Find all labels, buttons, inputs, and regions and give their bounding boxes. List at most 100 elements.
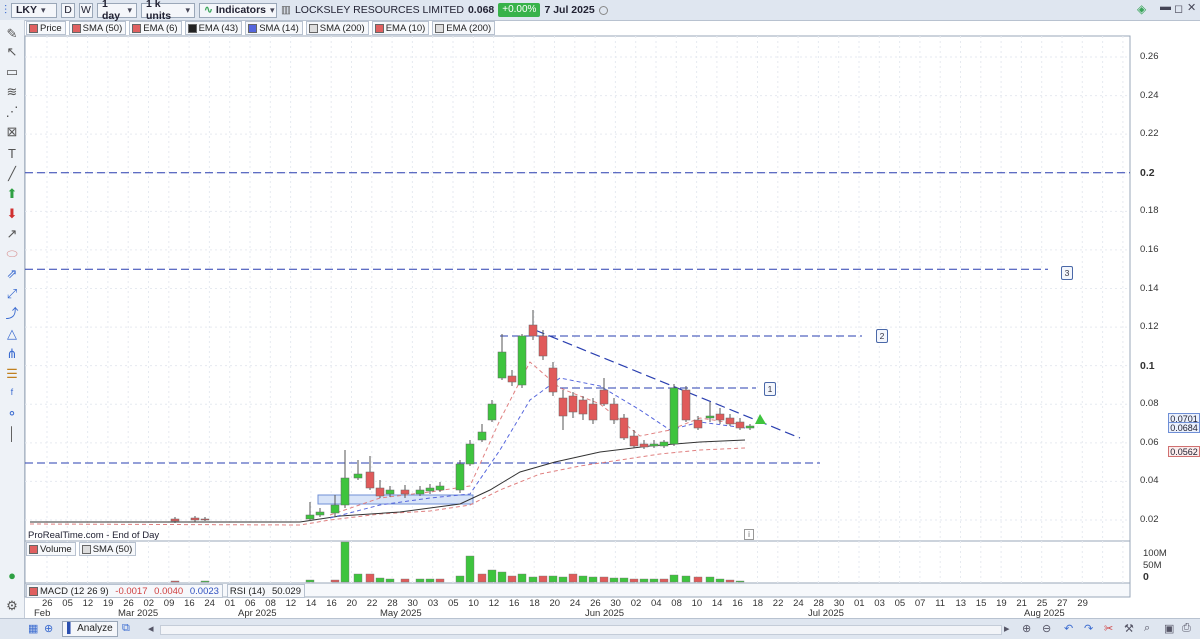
wrench-icon[interactable]: ⚒ — [1124, 622, 1134, 635]
volume-legend-item[interactable]: Volume — [26, 542, 76, 556]
ruler-icon[interactable]: ▭ — [4, 64, 20, 80]
candle-body — [415, 489, 425, 495]
zoom-in-icon[interactable]: ⊕ — [1022, 622, 1031, 635]
level-marker[interactable]: 3 — [1061, 266, 1073, 280]
legend-item[interactable]: EMA (6) — [129, 21, 182, 35]
chart-type-icon[interactable]: ⫶ — [4, 3, 7, 18]
analyze-button[interactable]: ▌ Analyze — [62, 621, 118, 637]
camera-icon[interactable]: ▣ — [1164, 622, 1174, 635]
period-selector[interactable]: 1 day ▾ — [97, 0, 138, 22]
undo-icon[interactable]: ↶ — [1064, 622, 1073, 635]
units-selector[interactable]: 1 k units ▾ — [141, 0, 196, 22]
swatch-icon — [29, 23, 38, 33]
price-axis-label: 0.18 — [1140, 205, 1159, 217]
vertical-line-icon[interactable]: │ — [4, 426, 20, 442]
redo-icon[interactable]: ↷ — [1084, 622, 1093, 635]
candle-body — [578, 399, 588, 415]
horizontal-scrollbar[interactable] — [160, 625, 1002, 635]
zoom-icon[interactable]: ⊕ — [44, 622, 53, 635]
legend-item[interactable]: Price — [26, 21, 66, 35]
f-level-icon[interactable]: ᶠ — [4, 386, 20, 402]
levels-icon[interactable]: ☰ — [4, 366, 20, 382]
cursor-icon[interactable]: ↖ — [4, 44, 20, 60]
candle-body — [425, 487, 435, 492]
legend-item[interactable]: EMA (43) — [184, 21, 243, 35]
daily-button[interactable]: D — [61, 2, 76, 18]
zoom-out-icon[interactable]: ⊖ — [1042, 622, 1051, 635]
regression-icon[interactable]: ⤢ — [4, 286, 20, 302]
level-marker[interactable]: 1 — [764, 382, 776, 396]
channel-icon[interactable]: ⇗ — [4, 266, 20, 282]
date-tick-label: 03 — [874, 598, 885, 609]
info-icon[interactable]: i — [744, 529, 754, 540]
symbol-selector[interactable]: LKY ▾ — [11, 2, 58, 18]
volume-bar — [528, 576, 538, 583]
price-panel — [24, 35, 1131, 542]
macd-value-1: -0.0017 — [115, 585, 148, 597]
date-tick-label: 24 — [569, 598, 581, 609]
indicator-legend: Price SMA (50) EMA (6) EMA (43) SMA (14) SMA … — [26, 21, 496, 35]
rsi-legend-item[interactable]: RSI (14) 50.029 — [226, 584, 305, 598]
symbol-text: LKY — [16, 4, 38, 16]
legend-item[interactable]: SMA (200) — [305, 21, 369, 35]
volume-bar — [170, 580, 180, 583]
volume-sma-label: SMA (50) — [92, 543, 133, 555]
ellipse-icon[interactable]: ⬭ — [4, 246, 20, 262]
indicators-button[interactable]: ∿ Indicators ▾ — [199, 2, 278, 18]
text-icon[interactable]: T — [4, 146, 20, 162]
close-icon[interactable]: ✕ — [1187, 1, 1196, 14]
scroll-left-icon[interactable]: ◂ — [148, 622, 154, 635]
gann-icon[interactable]: ⊠ — [4, 124, 20, 140]
date-tick-label: 12 — [82, 598, 94, 609]
settings-icon[interactable]: ⚙ — [4, 598, 20, 614]
trend-icon[interactable]: ⤴ — [4, 306, 20, 322]
units-text: 1 k units — [146, 0, 172, 22]
candle-body — [693, 419, 703, 429]
volume-bar — [619, 577, 629, 583]
chevron-down-icon: ▾ — [41, 4, 46, 15]
legend-label: EMA (6) — [143, 22, 178, 34]
volume-bar — [538, 575, 548, 583]
date-tick-label: 02 — [630, 598, 642, 609]
volume-bar — [715, 578, 725, 583]
legend-item[interactable]: SMA (50) — [68, 21, 127, 35]
restore-icon[interactable]: ◻ — [1174, 2, 1183, 15]
pencil-icon[interactable]: ✎ — [4, 26, 20, 42]
source-label: ProRealTime.com - End of Day — [28, 530, 160, 541]
triangle-icon[interactable]: △ — [4, 326, 20, 342]
candle-body — [619, 417, 629, 439]
legend-item[interactable]: EMA (10) — [371, 21, 430, 35]
print-icon[interactable]: ⎙ — [1182, 622, 1191, 635]
search-icon[interactable]: ⌕ — [1144, 622, 1150, 635]
legend-label: SMA (50) — [82, 22, 123, 34]
fan-icon[interactable]: ⋰ — [4, 104, 20, 120]
date-tick-label: 01 — [854, 598, 865, 609]
window-icon[interactable]: ⧉ — [122, 622, 130, 635]
tools-icon[interactable]: ◈ — [1137, 2, 1146, 16]
date-tick-label: 09 — [163, 598, 175, 609]
volume-sma-legend-item[interactable]: SMA (50) — [78, 542, 137, 556]
node-icon[interactable]: ⚬ — [4, 406, 20, 422]
arrow-down-icon[interactable]: ⬇ — [4, 206, 20, 222]
circle-icon[interactable] — [598, 5, 608, 15]
arrow-line-icon[interactable]: ↗ — [4, 226, 20, 242]
arrow-up-icon[interactable]: ⬆ — [4, 186, 20, 202]
legend-item[interactable]: SMA (14) — [245, 21, 303, 35]
weekly-button[interactable]: W — [79, 2, 94, 18]
trend-line — [534, 329, 801, 439]
date-tick-label: 05 — [62, 598, 73, 609]
fibonacci-icon[interactable]: ≋ — [4, 84, 20, 100]
chevron-down-icon: ▾ — [127, 4, 133, 15]
tool-icon[interactable]: ✂ — [1104, 622, 1113, 635]
line-icon[interactable]: ╱ — [4, 166, 20, 182]
scroll-right-icon[interactable]: ▸ — [1004, 622, 1010, 635]
minimize-icon[interactable]: ▬ — [1160, 1, 1171, 13]
swatch-icon — [29, 586, 38, 596]
grid-icon[interactable]: ▦ — [28, 622, 38, 635]
macd-legend-item[interactable]: MACD (12 26 9) -0.0017 0.0040 0.0023 — [26, 584, 223, 598]
fib-fan-icon[interactable]: ⋔ — [4, 346, 20, 362]
badge-icon[interactable]: ● — [4, 568, 20, 584]
level-marker[interactable]: 2 — [876, 329, 888, 343]
legend-item[interactable]: EMA (200) — [432, 21, 496, 35]
price-chart[interactable] — [0, 0, 1200, 638]
